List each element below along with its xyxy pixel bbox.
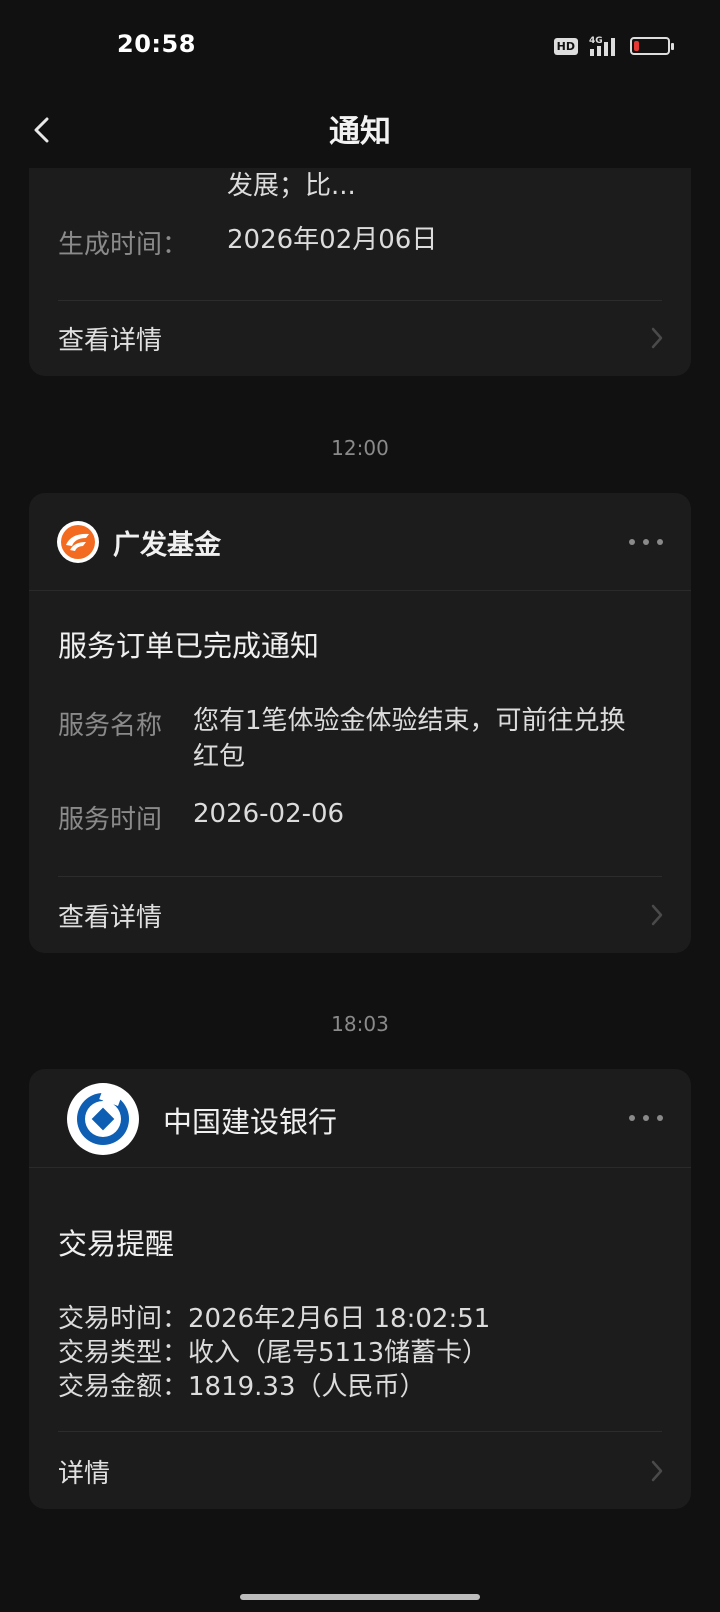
card-divider bbox=[58, 300, 662, 301]
transaction-type-line: 交易类型：收入（尾号5113储蓄卡） bbox=[58, 1338, 489, 1368]
more-options-icon[interactable] bbox=[629, 537, 663, 547]
page-title: 通知 bbox=[329, 114, 391, 150]
chevron-right-icon bbox=[651, 904, 663, 926]
battery-level bbox=[634, 41, 639, 51]
service-name-value: 您有1笔体验金体验结束，可前往兑换红包 bbox=[193, 706, 626, 772]
transaction-amount-line: 交易金额：1819.33（人民币） bbox=[58, 1372, 426, 1402]
generated-time-value: 2026年02月06日 bbox=[227, 225, 438, 255]
card-divider bbox=[58, 1431, 662, 1432]
notification-card-previous: 发展；比... 生成时间： 2026年02月06日 查看详情 bbox=[29, 168, 691, 376]
generated-time-label: 生成时间： bbox=[58, 230, 189, 260]
service-time-label: 服务时间 bbox=[58, 805, 163, 835]
view-details-link[interactable]: 查看详情 bbox=[58, 320, 162, 357]
card-divider bbox=[58, 876, 662, 877]
hd-icon: HD bbox=[553, 37, 578, 55]
signal-4g-icon: 4G bbox=[589, 36, 615, 56]
status-icons: HD 4G bbox=[553, 32, 674, 60]
chevron-right-icon bbox=[651, 327, 663, 349]
network-label: 4G bbox=[589, 36, 603, 46]
time-separator: 18:03 bbox=[331, 1012, 389, 1036]
notification-title: 服务订单已完成通知 bbox=[58, 629, 320, 663]
service-name-label: 服务名称 bbox=[58, 711, 163, 741]
gf-fund-logo bbox=[57, 521, 99, 563]
brand-name: 广发基金 bbox=[113, 530, 221, 561]
ccb-logo bbox=[67, 1083, 139, 1155]
transaction-time-line: 交易时间：2026年2月6日 18:02:51 bbox=[58, 1304, 491, 1334]
view-details-link[interactable]: 查看详情 bbox=[58, 897, 162, 934]
notification-card-ccb: 中国建设银行 交易提醒 交易时间：2026年2月6日 18:02:51 交易类型… bbox=[29, 1069, 691, 1509]
time-separator: 12:00 bbox=[331, 436, 389, 460]
brand-name: 中国建设银行 bbox=[163, 1105, 338, 1139]
home-indicator[interactable] bbox=[240, 1594, 480, 1600]
notification-card-gf-fund: 广发基金 服务订单已完成通知 服务名称 您有1笔体验金体验结束，可前往兑换红包 … bbox=[29, 493, 691, 953]
card-header-divider bbox=[29, 590, 691, 591]
card-content-tail: 发展；比... bbox=[227, 171, 356, 201]
notification-title: 交易提醒 bbox=[58, 1227, 175, 1261]
chevron-right-icon bbox=[651, 1460, 663, 1482]
card-header-divider bbox=[29, 1167, 691, 1168]
status-time: 20:58 bbox=[117, 30, 196, 58]
status-bar: 20:58 HD 4G bbox=[0, 0, 720, 92]
notification-list[interactable]: 发展；比... 生成时间： 2026年02月06日 查看详情 12:00 广发基… bbox=[0, 168, 720, 1612]
details-link[interactable]: 详情 bbox=[58, 1453, 110, 1490]
more-options-icon[interactable] bbox=[629, 1113, 663, 1123]
service-time-value: 2026-02-06 bbox=[193, 799, 345, 829]
top-nav-bar: 通知 bbox=[0, 92, 720, 168]
battery-icon bbox=[630, 37, 674, 55]
